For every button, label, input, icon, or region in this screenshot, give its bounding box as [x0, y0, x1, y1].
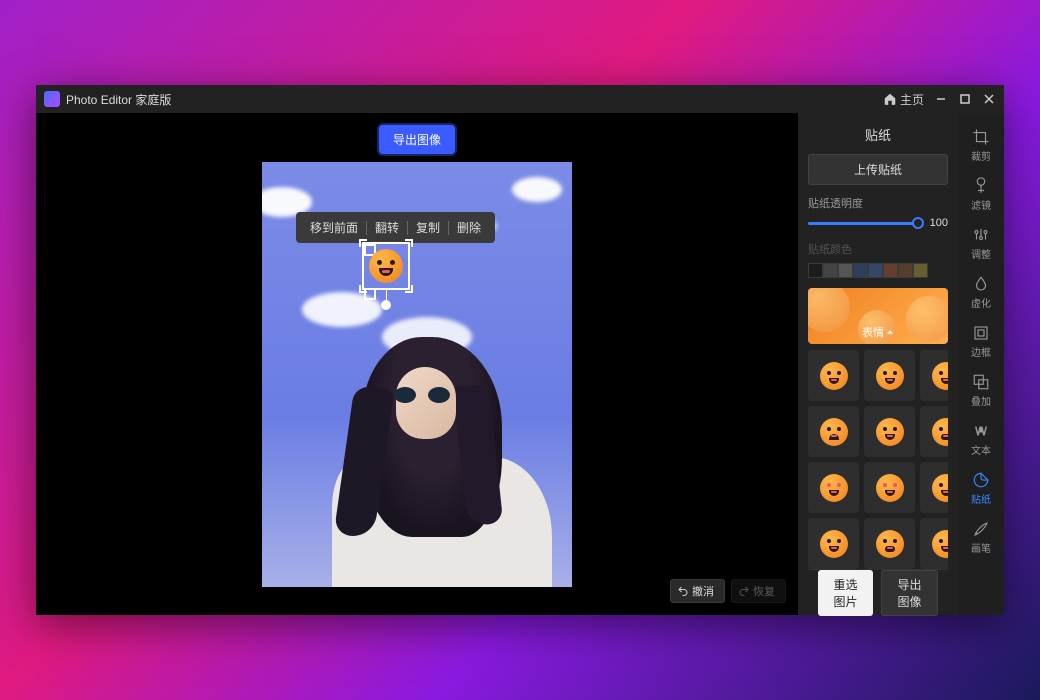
undo-button[interactable]: 撤消 [670, 579, 725, 603]
app-title: Photo Editor 家庭版 [66, 91, 171, 108]
undo-icon [677, 585, 689, 597]
sticker-grid [808, 350, 948, 569]
app-window: Photo Editor 家庭版 主页 导出图像 [36, 85, 1004, 615]
color-swatch [853, 263, 868, 278]
tool-adjust[interactable]: 调整 [961, 221, 1001, 266]
color-swatch [913, 263, 928, 278]
upload-sticker-button[interactable]: 上传贴纸 [808, 154, 948, 185]
chevron-up-icon [886, 328, 894, 336]
home-link[interactable]: 主页 [883, 91, 924, 108]
color-swatch [883, 263, 898, 278]
tool-blur[interactable]: 虚化 [961, 270, 1001, 315]
tool-frame[interactable]: 边框 [961, 319, 1001, 364]
export-top-button[interactable]: 导出图像 [379, 125, 455, 154]
color-label: 贴纸颜色 [808, 241, 948, 257]
maximize-button[interactable] [958, 92, 972, 106]
home-label: 主页 [900, 91, 924, 108]
photo-canvas[interactable]: 移到前面 翻转 复制 删除 [262, 162, 572, 587]
sticker-emoji-content[interactable] [808, 406, 859, 457]
sticker-emoji-grin[interactable] [808, 350, 859, 401]
photo-subject [332, 327, 532, 587]
tool-label: 叠加 [971, 393, 991, 408]
canvas-area: 导出图像 移到前面 翻转 [36, 113, 798, 615]
category-label: 表情 [862, 324, 884, 340]
undo-label: 撤消 [692, 583, 714, 599]
tool-label: 滤镜 [971, 197, 991, 212]
sticker-emoji-laugh[interactable] [864, 350, 915, 401]
tool-crop[interactable]: 裁剪 [961, 123, 1001, 168]
tool-text[interactable]: 文本 [961, 417, 1001, 462]
tool-label: 贴纸 [971, 491, 991, 506]
undo-bar: 撤消 恢复 [670, 579, 786, 603]
redo-label: 恢复 [753, 583, 775, 599]
sticker-emoji-smile-closed[interactable] [920, 350, 948, 401]
opacity-label: 贴纸透明度 [808, 195, 948, 211]
placed-sticker-emoji[interactable] [369, 249, 403, 283]
opacity-slider-row: 100 [808, 217, 948, 229]
sticker-panel: 贴纸 上传贴纸 贴纸透明度 100 贴纸颜色 表情 重选图 [798, 113, 958, 615]
decoration [512, 177, 562, 202]
panel-bottom-bar: 重选图片 导出图像 [808, 569, 948, 615]
ctx-bring-front[interactable]: 移到前面 [302, 216, 366, 239]
close-button[interactable] [982, 92, 996, 106]
sticker-emoji-hearts[interactable] [864, 462, 915, 513]
tool-brush[interactable]: 画笔 [961, 515, 1001, 560]
ctx-copy[interactable]: 复制 [408, 216, 448, 239]
panel-title: 贴纸 [808, 121, 948, 154]
slider-thumb[interactable] [912, 217, 924, 229]
sticker-emoji-smirk[interactable] [864, 406, 915, 457]
color-swatch [838, 263, 853, 278]
redo-icon [738, 585, 750, 597]
export-image-button[interactable]: 导出图像 [881, 570, 938, 616]
sticker-category[interactable]: 表情 [808, 288, 948, 344]
ctx-flip[interactable]: 翻转 [367, 216, 407, 239]
sticker-emoji-whistle[interactable] [920, 462, 948, 513]
tool-label: 边框 [971, 344, 991, 359]
sticker-context-toolbar: 移到前面 翻转 复制 删除 [296, 212, 495, 243]
ctx-delete[interactable]: 删除 [449, 216, 489, 239]
tool-label: 文本 [971, 442, 991, 457]
color-swatch [898, 263, 913, 278]
opacity-slider[interactable] [808, 222, 918, 225]
tool-label: 画笔 [971, 540, 991, 555]
tool-overlay[interactable]: 叠加 [961, 368, 1001, 413]
main: 导出图像 移到前面 翻转 [36, 113, 1004, 615]
tool-filter[interactable]: 滤镜 [961, 172, 1001, 217]
minimize-button[interactable] [934, 92, 948, 106]
tool-sticker[interactable]: 贴纸 [961, 466, 1001, 511]
reselect-image-button[interactable]: 重选图片 [818, 570, 873, 616]
tool-label: 虚化 [971, 295, 991, 310]
redo-button: 恢复 [731, 579, 786, 603]
rotate-handle[interactable] [381, 300, 391, 310]
color-swatches [808, 263, 948, 278]
color-swatch [868, 263, 883, 278]
color-swatch [808, 263, 823, 278]
sticker-emoji-tongue[interactable] [920, 406, 948, 457]
tool-label: 调整 [971, 246, 991, 261]
sticker-selection[interactable] [362, 242, 410, 290]
titlebar: Photo Editor 家庭版 主页 [36, 85, 1004, 113]
sticker-emoji-kiss[interactable] [808, 462, 859, 513]
opacity-value: 100 [924, 217, 948, 229]
color-swatch [823, 263, 838, 278]
sticker-emoji-wave[interactable] [808, 518, 859, 569]
home-icon [883, 92, 897, 106]
tool-label: 裁剪 [971, 148, 991, 163]
tool-rail: 裁剪滤镜调整虚化边框叠加文本贴纸画笔 [958, 113, 1004, 615]
app-icon [44, 91, 60, 107]
sticker-emoji-cool[interactable] [920, 518, 948, 569]
titlebar-right: 主页 [883, 91, 996, 108]
sticker-emoji-sweat[interactable] [864, 518, 915, 569]
